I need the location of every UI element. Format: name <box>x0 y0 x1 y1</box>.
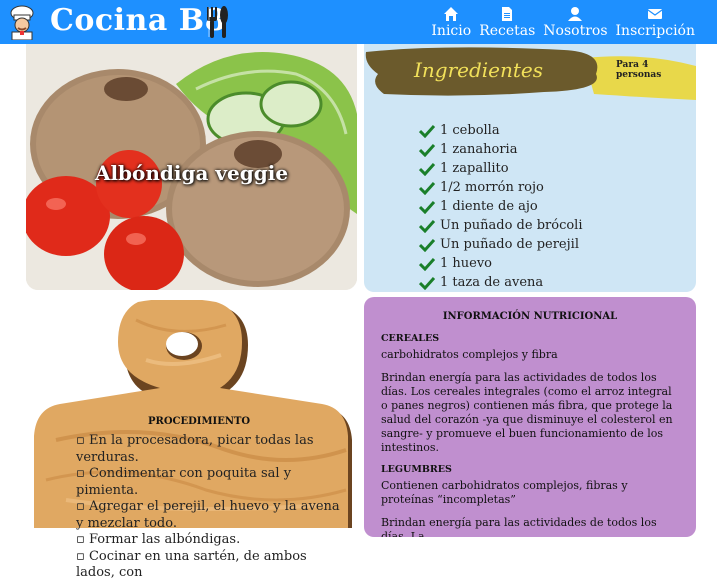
check-icon <box>419 276 435 290</box>
nutrition-title: INFORMACIÓN NUTRICIONAL <box>442 311 618 322</box>
document-icon <box>502 7 513 21</box>
ingredient-text: Un puñado de brócoli <box>440 218 583 233</box>
section-text: Contienen carbohidratos complejos, fibra… <box>381 479 628 506</box>
nav-label: Recetas <box>479 23 536 39</box>
nav-nosotros[interactable]: Nosotros <box>539 6 611 39</box>
check-icon <box>419 181 435 195</box>
ingredients-list: 1 cebolla 1 zanahoria 1 zapallito 1/2 mo… <box>419 121 583 292</box>
servings-label: Para 4 personas <box>616 60 662 80</box>
procedure-list: En la procesadora, picar todas las verdu… <box>76 433 348 582</box>
nav-recetas[interactable]: Recetas <box>475 6 539 39</box>
section-text: Brindan energía para las actividades de … <box>381 516 657 537</box>
list-item: Condimentar con poquita sal y pimienta. <box>76 466 348 499</box>
nav-label: Nosotros <box>543 23 608 39</box>
section-heading: CEREALES <box>381 333 440 344</box>
nutrition-card: INFORMACIÓN NUTRICIONAL CEREALES carbohi… <box>364 297 696 537</box>
brand-title[interactable]: Cocina B8 <box>50 3 226 38</box>
envelope-icon <box>647 9 663 19</box>
list-item: 1/2 morrón rojo <box>419 178 583 197</box>
check-icon <box>419 200 435 214</box>
check-icon <box>419 124 435 138</box>
ingredient-text: 1 taza de avena <box>440 275 544 290</box>
check-icon <box>419 257 435 271</box>
list-item: Formar las albóndigas. <box>76 532 348 549</box>
user-icon <box>568 7 583 21</box>
check-icon <box>419 238 435 252</box>
ingredient-text: Un puñado de perejil <box>440 237 579 252</box>
home-icon <box>444 7 459 21</box>
section-heading: LEGUMBRES <box>381 464 452 475</box>
ingredient-text: 1 cebolla <box>440 123 500 138</box>
top-navbar: Cocina B8 Inicio Recetas Nosotros Inscri… <box>0 0 717 44</box>
ingredients-card: Ingredientes Para 4 personas 1 cebolla 1… <box>364 44 696 292</box>
list-item: Un puñado de perejil <box>419 235 583 254</box>
check-icon <box>419 143 435 157</box>
nav-inscripcion[interactable]: Inscripción <box>612 6 699 39</box>
ingredient-text: 1 zanahoria <box>440 142 518 157</box>
check-icon <box>419 162 435 176</box>
main-nav: Inicio Recetas Nosotros Inscripción <box>427 6 699 39</box>
list-item: 1 diente de ajo <box>419 197 583 216</box>
chef-logo-icon[interactable] <box>4 4 40 40</box>
recipe-photo: Albóndiga veggie <box>26 44 357 290</box>
list-item: Cocinar en una sartén, de ambos lados, c… <box>76 549 348 582</box>
check-icon <box>419 219 435 233</box>
list-item: 1 taza de avena <box>419 273 583 292</box>
nutrition-body: CEREALES carbohidratos complejos y fibra… <box>381 333 681 537</box>
utensils-icon <box>207 6 228 38</box>
ingredient-text: 1 huevo <box>440 256 493 271</box>
ingredient-text: 1 diente de ajo <box>440 199 538 214</box>
section-text: Brindan energía para las actividades de … <box>381 371 673 454</box>
list-item: En la procesadora, picar todas las verdu… <box>76 433 348 466</box>
ingredient-text: 1 zapallito <box>440 161 509 176</box>
list-item: Un puñado de brócoli <box>419 216 583 235</box>
nav-label: Inscripción <box>615 23 695 39</box>
list-item: 1 cebolla <box>419 121 583 140</box>
procedure-title: PROCEDIMIENTO <box>148 416 251 427</box>
nav-inicio[interactable]: Inicio <box>427 6 475 39</box>
ingredient-text: 1/2 morrón rojo <box>440 180 544 195</box>
recipe-title: Albóndiga veggie <box>94 161 289 185</box>
list-item: 1 huevo <box>419 254 583 273</box>
nav-label: Inicio <box>431 23 472 39</box>
list-item: 1 zapallito <box>419 159 583 178</box>
ingredients-title: Ingredientes <box>414 58 544 82</box>
list-item: Agregar el perejil, el huevo y la avena … <box>76 499 348 532</box>
list-item: 1 zanahoria <box>419 140 583 159</box>
section-text: carbohidratos complejos y fibra <box>381 348 558 361</box>
